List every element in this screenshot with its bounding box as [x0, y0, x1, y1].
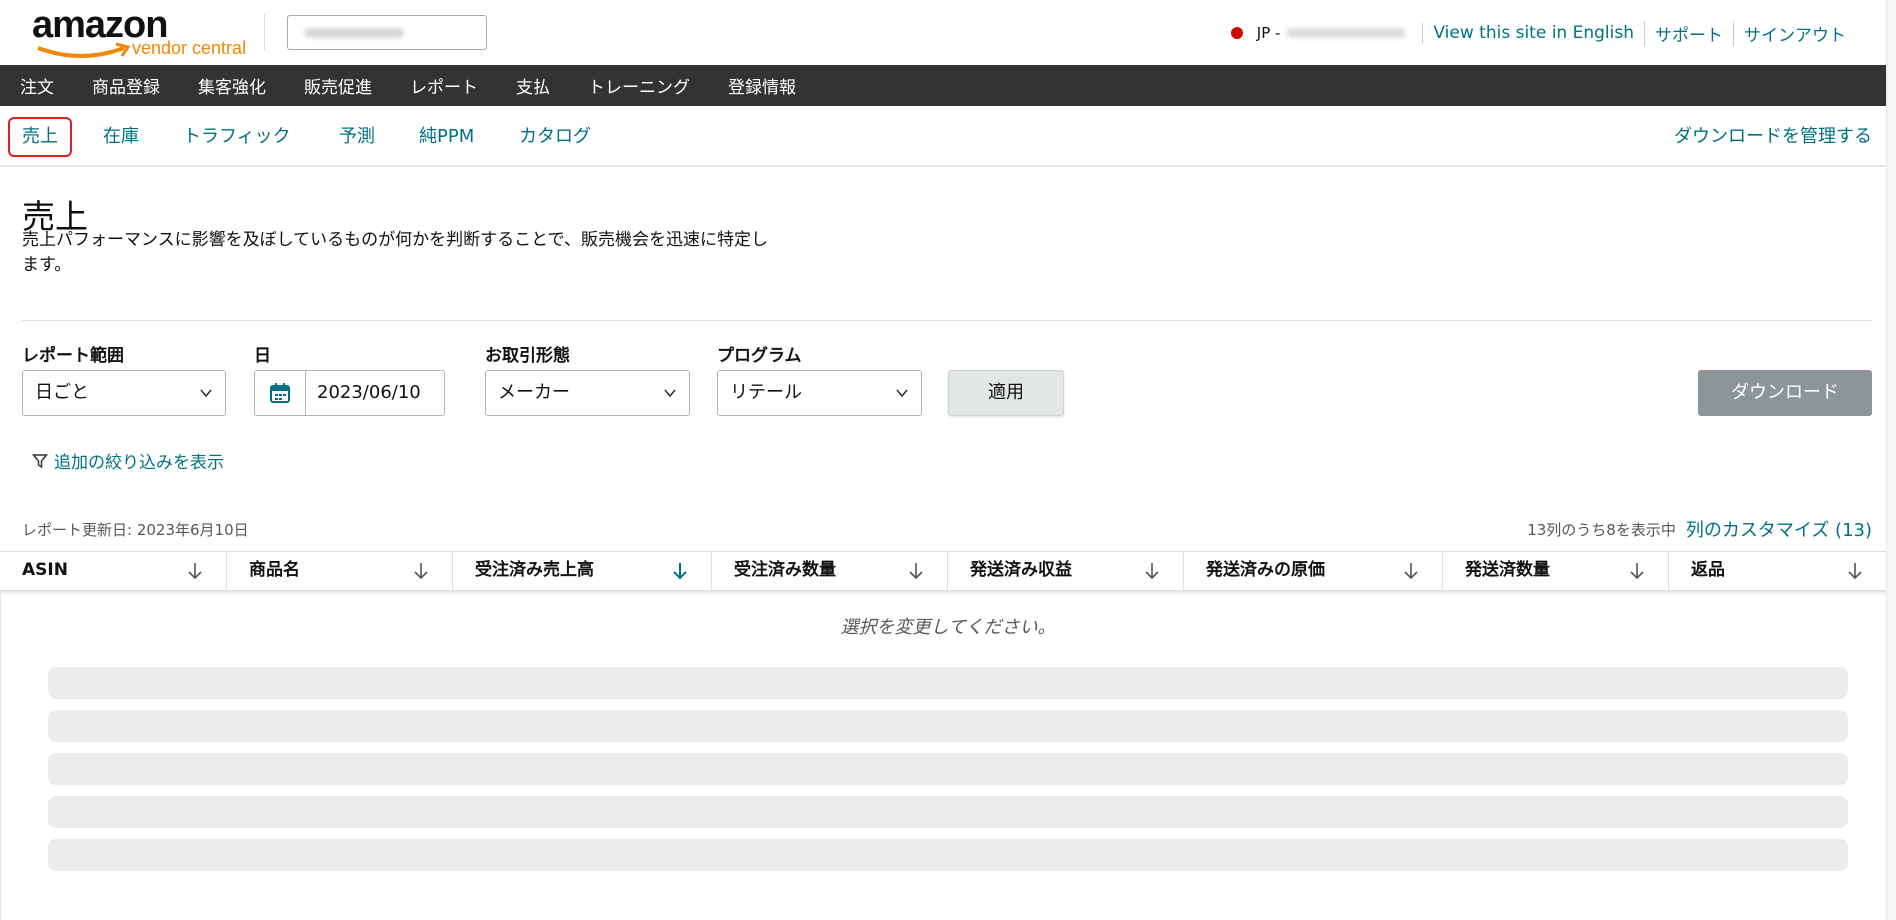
column-label: ASIN — [22, 560, 68, 580]
tab-sales[interactable]: 売上 — [8, 117, 72, 157]
show-more-filters-label: 追加の絞り込みを表示 — [54, 453, 224, 473]
nav-orders[interactable]: 注文 — [20, 73, 54, 98]
sort-arrow-icon — [1145, 563, 1159, 580]
divider — [22, 320, 1872, 321]
report-range-label: レポート範囲 — [22, 346, 124, 366]
japan-flag-icon — [1230, 27, 1243, 39]
date-value: 2023/06/10 — [317, 382, 421, 403]
sort-arrow-icon — [1848, 563, 1862, 580]
filter-icon — [32, 453, 48, 468]
sort-arrow-icon — [1630, 563, 1644, 580]
nav-payments[interactable]: 支払 — [516, 73, 550, 98]
program-value: リテール — [730, 382, 802, 403]
transaction-type-value: メーカー — [498, 382, 570, 403]
chevron-down-icon — [896, 389, 908, 398]
signout-link[interactable]: サインアウト — [1733, 20, 1856, 46]
account-switcher[interactable] — [287, 15, 487, 50]
program-label: プログラム — [717, 346, 802, 366]
column-label: 発送済数量 — [1465, 560, 1550, 580]
day-label: 日 — [254, 346, 271, 366]
chevron-down-icon — [664, 389, 676, 398]
region-label: JP - — [1256, 24, 1281, 42]
tab-traffic[interactable]: トラフィック — [183, 117, 291, 157]
nav-settings[interactable]: 登録情報 — [728, 73, 796, 98]
report-updated-date: レポート更新日: 2023年6月10日 — [22, 521, 249, 539]
nav-training[interactable]: トレーニング — [588, 73, 690, 98]
apply-button[interactable]: 適用 — [948, 370, 1064, 416]
sort-arrow-icon — [414, 563, 428, 580]
logo-sub: vendor central — [132, 38, 247, 58]
nav-reports[interactable]: レポート — [410, 73, 478, 98]
manage-downloads-link[interactable]: ダウンロードを管理する — [1674, 117, 1872, 157]
report-range-select[interactable]: 日ごと — [22, 370, 226, 416]
column-label: 受注済み数量 — [734, 560, 836, 580]
column-header-ordered-units[interactable]: 受注済み数量 — [712, 552, 948, 590]
sort-arrow-icon — [188, 563, 202, 580]
page-description: 売上パフォーマンスに影響を及ぼしているものが何かを判断することで、販売機会を迅速… — [22, 230, 768, 275]
amazon-vendor-central-logo[interactable]: amazon vendor central — [32, 4, 247, 61]
column-header-returns[interactable]: 返品 — [1669, 552, 1886, 590]
column-header-shipped-revenue[interactable]: 発送済み収益 — [948, 552, 1184, 590]
loading-placeholder-row — [48, 710, 1848, 742]
customize-columns-link[interactable]: 列のカスタマイズ (13) — [1686, 516, 1872, 542]
loading-placeholder-row — [48, 667, 1848, 699]
empty-state-message: 選択を変更してください。 — [840, 617, 1056, 638]
report-range-value: 日ごと — [35, 382, 89, 403]
top-header: amazon vendor central JP - View this sit… — [0, 0, 1896, 65]
tab-inventory[interactable]: 在庫 — [103, 117, 139, 157]
calendar-icon[interactable] — [255, 371, 306, 415]
column-header-asin[interactable]: ASIN — [0, 552, 227, 590]
nav-merchandising[interactable]: 集客強化 — [198, 73, 266, 98]
column-header-shipped-units[interactable]: 発送済数量 — [1443, 552, 1669, 590]
download-button[interactable]: ダウンロード — [1698, 370, 1872, 416]
chevron-down-icon — [200, 389, 212, 398]
view-english-link[interactable]: View this site in English — [1422, 23, 1644, 43]
nav-promotions[interactable]: 販売促進 — [304, 73, 372, 98]
program-select[interactable]: リテール — [717, 370, 922, 416]
column-header-shipped-cogs[interactable]: 発送済みの原価 — [1184, 552, 1443, 590]
main-nav: 注文 商品登録 集客強化 販売促進 レポート 支払 トレーニング 登録情報 — [0, 65, 1896, 106]
loading-placeholder-row — [48, 753, 1848, 785]
header-links: JP - View this site in English サポート サインア… — [1230, 20, 1856, 46]
sort-arrow-icon — [909, 563, 923, 580]
smile-arrow-icon — [37, 42, 131, 58]
column-label: 発送済みの原価 — [1206, 560, 1325, 580]
column-label: 発送済み収益 — [970, 560, 1072, 580]
account-name-redacted — [1286, 28, 1407, 38]
sort-arrow-icon — [1404, 563, 1418, 580]
transaction-type-label: お取引形態 — [485, 346, 570, 366]
nav-items[interactable]: 商品登録 — [92, 73, 160, 98]
column-header-product-name[interactable]: 商品名 — [227, 552, 453, 590]
loading-placeholder-row — [48, 839, 1848, 871]
divider — [264, 14, 265, 50]
loading-placeholder-row — [48, 796, 1848, 828]
table-header: ASIN 商品名 受注済み売上高 受注済み数量 発送済み収益 発送済みの原価 発… — [0, 551, 1896, 591]
column-label: 受注済み売上高 — [475, 560, 594, 580]
show-more-filters-link[interactable]: 追加の絞り込みを表示 — [32, 448, 224, 473]
sort-arrow-active-icon — [673, 563, 687, 580]
tab-forecast[interactable]: 予測 — [339, 117, 375, 157]
tab-catalog[interactable]: カタログ — [519, 117, 591, 157]
tab-net-ppm[interactable]: 純PPM — [419, 117, 474, 157]
transaction-type-select[interactable]: メーカー — [485, 370, 690, 416]
column-label: 商品名 — [249, 560, 300, 580]
report-tabs: 売上 在庫 トラフィック 予測 純PPM カタログ ダウンロードを管理する — [0, 106, 1896, 167]
page-scrollbar[interactable] — [1886, 0, 1896, 920]
column-header-ordered-revenue[interactable]: 受注済み売上高 — [453, 552, 712, 590]
columns-shown-text: 13列のうち8を表示中 — [1527, 520, 1676, 539]
support-link[interactable]: サポート — [1644, 20, 1733, 46]
date-picker[interactable]: 2023/06/10 — [254, 370, 445, 416]
column-info: 13列のうち8を表示中 列のカスタマイズ (13) — [1527, 516, 1872, 542]
column-label: 返品 — [1691, 560, 1725, 580]
